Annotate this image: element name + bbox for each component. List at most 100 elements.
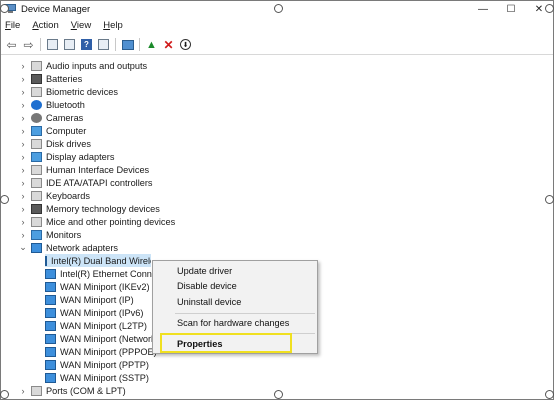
display-icon xyxy=(31,151,42,162)
tree-item-disk-drives[interactable]: › Disk drives xyxy=(19,137,91,150)
tree-child-wan-ikev2[interactable]: WAN Miniport (IKEv2) xyxy=(45,280,150,293)
window-title: Device Manager xyxy=(21,3,91,15)
scan-monitor-icon[interactable] xyxy=(121,38,134,51)
resize-handle[interactable] xyxy=(545,390,554,399)
menu-file[interactable]: File xyxy=(5,20,20,31)
keyboard-icon xyxy=(31,190,42,201)
mouse-icon xyxy=(31,216,42,227)
view-icon[interactable] xyxy=(97,38,110,51)
tree-item-biometric[interactable]: › Biometric devices xyxy=(19,85,118,98)
toolbar: ⇦ ⇨ ? ▲ ✕ ⬇ xyxy=(1,35,553,55)
battery-icon xyxy=(31,73,42,84)
menu-action[interactable]: Action xyxy=(32,20,58,31)
uninstall-icon[interactable]: ✕ xyxy=(162,38,175,52)
menu-view[interactable]: View xyxy=(71,20,91,31)
tree-item-mice[interactable]: › Mice and other pointing devices xyxy=(19,215,175,228)
chevron-right-icon[interactable]: › xyxy=(19,230,27,240)
port-icon xyxy=(31,385,42,396)
update-driver-icon[interactable]: ▲ xyxy=(145,38,158,51)
tree-child-intel-ethernet[interactable]: Intel(R) Ethernet Conne xyxy=(45,267,157,280)
chevron-right-icon[interactable]: › xyxy=(19,139,27,149)
tree-child-wan-pptp[interactable]: WAN Miniport (PPTP) xyxy=(45,358,149,371)
chevron-right-icon[interactable]: › xyxy=(19,100,27,110)
memory-icon xyxy=(31,203,42,214)
network-adapter-icon xyxy=(45,372,56,383)
context-disable-device[interactable]: Disable device xyxy=(177,281,237,291)
network-adapter-icon xyxy=(45,320,56,331)
chevron-right-icon[interactable]: › xyxy=(19,87,27,97)
camera-icon xyxy=(31,112,42,123)
back-icon[interactable]: ⇦ xyxy=(5,38,18,52)
tree-item-display-adapters[interactable]: › Display adapters xyxy=(19,150,114,163)
resize-handle[interactable] xyxy=(0,195,9,204)
network-adapter-icon xyxy=(45,346,56,357)
minimize-button[interactable]: — xyxy=(469,1,497,17)
tree-child-wan-pppoe[interactable]: WAN Miniport (PPPOE) xyxy=(45,345,157,358)
chevron-right-icon[interactable]: › xyxy=(19,74,27,84)
tree-child-wan-sstp[interactable]: WAN Miniport (SSTP) xyxy=(45,371,149,384)
chevron-right-icon[interactable]: › xyxy=(19,126,27,136)
properties-icon[interactable] xyxy=(46,38,59,51)
tree-item-monitors[interactable]: › Monitors xyxy=(19,228,81,241)
tree-child-wan-ip[interactable]: WAN Miniport (IP) xyxy=(45,293,134,306)
context-separator xyxy=(175,313,315,314)
menu-help[interactable]: Help xyxy=(103,20,123,31)
tree-item-ide[interactable]: › IDE ATA/ATAPI controllers xyxy=(19,176,153,189)
monitor-icon xyxy=(31,229,42,240)
context-uninstall-device[interactable]: Uninstall device xyxy=(177,297,241,307)
tree-item-cameras[interactable]: › Cameras xyxy=(19,111,83,124)
device-manager-window: Device Manager — ☐ ✕ File Action View He… xyxy=(0,0,554,400)
tree-child-intel-wireless[interactable]: Intel(R) Dual Band Wireless-AC 7260 xyxy=(45,254,151,267)
forward-icon[interactable]: ⇨ xyxy=(22,38,35,52)
tree-item-ports[interactable]: › Ports (COM & LPT) xyxy=(19,384,126,397)
chevron-right-icon[interactable]: › xyxy=(19,113,27,123)
tree-child-wan-network[interactable]: WAN Miniport (Network xyxy=(45,332,156,345)
chevron-right-icon[interactable]: › xyxy=(19,217,27,227)
network-adapter-icon xyxy=(45,255,47,266)
toolbar-separator xyxy=(40,38,41,51)
tree-child-wan-l2tp[interactable]: WAN Miniport (L2TP) xyxy=(45,319,147,332)
context-scan-hardware[interactable]: Scan for hardware changes xyxy=(177,318,289,328)
chevron-right-icon[interactable]: › xyxy=(19,191,27,201)
network-adapter-icon xyxy=(45,333,56,344)
tree-item-audio[interactable]: › Audio inputs and outputs xyxy=(19,59,147,72)
tree-item-bluetooth[interactable]: › Bluetooth xyxy=(19,98,85,111)
tree-item-keyboards[interactable]: › Keyboards xyxy=(19,189,90,202)
resize-handle[interactable] xyxy=(545,195,554,204)
tree-item-memory[interactable]: › Memory technology devices xyxy=(19,202,160,215)
chevron-right-icon[interactable]: › xyxy=(19,386,27,396)
network-icon xyxy=(31,242,42,253)
tree-item-computer[interactable]: › Computer xyxy=(19,124,86,137)
resize-handle[interactable] xyxy=(545,4,554,13)
tree-child-wan-ipv6[interactable]: WAN Miniport (IPv6) xyxy=(45,306,143,319)
network-adapter-icon xyxy=(45,268,56,279)
resize-handle[interactable] xyxy=(0,390,9,399)
chevron-right-icon[interactable]: › xyxy=(19,152,27,162)
bluetooth-icon xyxy=(31,99,42,110)
help-icon[interactable]: ? xyxy=(80,38,93,51)
resize-handle[interactable] xyxy=(274,390,283,399)
disable-device-icon[interactable]: ⬇ xyxy=(179,38,192,51)
network-adapter-icon xyxy=(45,281,56,292)
menu-bar: File Action View Help xyxy=(1,18,553,32)
properties-highlight-box xyxy=(160,333,292,353)
resize-handle[interactable] xyxy=(274,4,283,13)
maximize-button[interactable]: ☐ xyxy=(497,1,525,17)
chevron-right-icon[interactable]: › xyxy=(19,165,27,175)
speaker-icon xyxy=(31,60,42,71)
show-hide-icon[interactable] xyxy=(63,38,76,51)
chevron-down-icon[interactable]: ⌄ xyxy=(19,242,27,253)
toolbar-separator xyxy=(139,38,140,51)
chevron-right-icon[interactable]: › xyxy=(19,204,27,214)
tree-item-network-adapters[interactable]: ⌄ Network adapters xyxy=(19,241,118,254)
resize-handle[interactable] xyxy=(0,4,9,13)
network-adapter-icon xyxy=(45,307,56,318)
tree-item-hid[interactable]: › Human Interface Devices xyxy=(19,163,149,176)
chevron-right-icon[interactable]: › xyxy=(19,178,27,188)
context-update-driver[interactable]: Update driver xyxy=(177,266,232,276)
tree-item-batteries[interactable]: › Batteries xyxy=(19,72,82,85)
chevron-right-icon[interactable]: › xyxy=(19,61,27,71)
biometric-icon xyxy=(31,86,42,97)
network-adapter-icon xyxy=(45,294,56,305)
ide-icon xyxy=(31,177,42,188)
